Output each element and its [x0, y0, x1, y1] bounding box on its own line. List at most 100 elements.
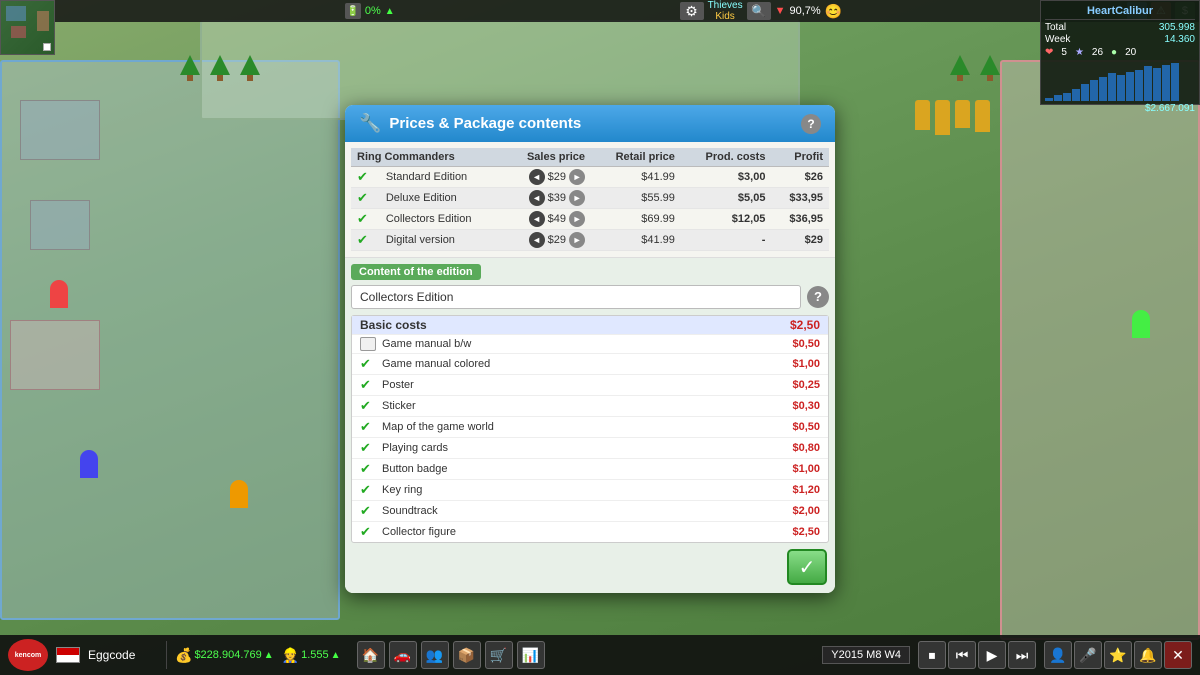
item-name: Playing cards	[382, 442, 792, 454]
gear-icon[interactable]: ⚙	[680, 2, 704, 20]
price-down-btn[interactable]: ◄	[529, 232, 545, 248]
row-profit: $29	[771, 230, 829, 251]
price-down-btn[interactable]: ◄	[529, 169, 545, 185]
vehicle-icon-btn[interactable]: 🚗	[389, 641, 417, 669]
mic-btn[interactable]: 🎤	[1074, 641, 1102, 669]
price-down-btn[interactable]: ◄	[529, 211, 545, 227]
package-icon-btn[interactable]: 📦	[453, 641, 481, 669]
basic-costs-value: $2,50	[790, 318, 820, 332]
item-name: Game manual colored	[382, 358, 792, 370]
bell-btn[interactable]: 🔔	[1134, 641, 1162, 669]
content-item: ✔ Collector figure $2,50	[352, 522, 828, 542]
trophies	[915, 100, 990, 135]
bar-segment	[1081, 84, 1089, 101]
date-display: Y2015 M8 W4	[822, 646, 910, 664]
item-check[interactable]: ✔	[360, 398, 376, 414]
price-up-btn[interactable]: ►	[569, 211, 585, 227]
hud-left: 🔋 0% ▲	[345, 3, 395, 19]
item-check[interactable]: ✔	[360, 356, 376, 372]
tree-4	[980, 55, 1000, 79]
ok-button[interactable]: ✓	[787, 549, 827, 585]
total-val: 305.998	[1159, 22, 1195, 33]
shop-icon-btn[interactable]: 🛒	[485, 641, 513, 669]
play-btn[interactable]: ▶	[978, 641, 1006, 669]
money-icon: 💰	[175, 647, 192, 664]
country-flag	[56, 647, 80, 663]
prev-btn[interactable]: ⏮	[948, 641, 976, 669]
prices-section: Ring Commanders Sales price Retail price…	[345, 142, 835, 258]
item-check[interactable]	[360, 337, 376, 351]
center-icons: 🏠 🚗 👥 📦 🛒 📊	[357, 641, 545, 669]
stop-btn[interactable]: ⏹	[918, 641, 946, 669]
profile-btn[interactable]: 👤	[1044, 641, 1072, 669]
mini-map[interactable]	[0, 0, 55, 55]
row-sales: ◄ $49 ►	[503, 209, 591, 230]
price-up-btn[interactable]: ►	[569, 169, 585, 185]
bar-segment	[1126, 72, 1134, 101]
col-profit: Profit	[771, 148, 829, 167]
money-display: $2.667.091	[1045, 103, 1195, 114]
row-sales: ◄ $29 ►	[503, 167, 591, 188]
right-icons: 👤 🎤 ⭐ 🔔 ✕	[1044, 641, 1192, 669]
dialog-title-bar: 🔧 Prices & Package contents ?	[345, 105, 835, 142]
edition-section: Content of the edition Standard EditionD…	[345, 258, 835, 549]
content-item: ✔ Sticker $0,30	[352, 396, 828, 417]
item-check[interactable]: ✔	[360, 482, 376, 498]
stat-val-1: 5	[1061, 47, 1067, 58]
bar-segment	[1162, 65, 1170, 101]
close-btn[interactable]: ✕	[1164, 641, 1192, 669]
bar-segment	[1117, 75, 1125, 101]
money-trend: ▲	[264, 650, 274, 661]
player-name: Eggcode	[88, 648, 158, 662]
stat-val-3: 20	[1125, 47, 1136, 58]
dialog-help-btn[interactable]: ?	[801, 114, 821, 134]
dropdown-row: Standard EditionDeluxe EditionCollectors…	[351, 285, 829, 309]
search-icon[interactable]: 🔍	[747, 2, 771, 20]
row-profit: $36,95	[771, 209, 829, 230]
happiness-arrow: ▼	[775, 5, 786, 17]
price-up-btn[interactable]: ►	[569, 232, 585, 248]
item-cost: $2,50	[792, 526, 820, 538]
room-desk	[20, 100, 100, 160]
item-check[interactable]: ✔	[360, 419, 376, 435]
bar-segment	[1108, 73, 1116, 101]
edition-dropdown[interactable]: Standard EditionDeluxe EditionCollectors…	[351, 285, 801, 309]
col-retail: Retail price	[591, 148, 681, 167]
content-item: ✔ Key ring $1,20	[352, 480, 828, 501]
item-check[interactable]: ✔	[360, 503, 376, 519]
row-name: Deluxe Edition	[380, 188, 503, 209]
sales-value: $29	[548, 171, 566, 183]
stats-icon-btn[interactable]: 📊	[517, 641, 545, 669]
item-check[interactable]: ✔	[360, 524, 376, 540]
stats-row-total: Total 305.998	[1045, 22, 1195, 33]
price-down-btn[interactable]: ◄	[529, 190, 545, 206]
tree-5	[950, 55, 970, 79]
build-icon-btn[interactable]: 🏠	[357, 641, 385, 669]
item-check[interactable]: ✔	[360, 440, 376, 456]
bottom-hud: kencom Eggcode 💰 $228.904.769 ▲ 👷 1.555 …	[0, 635, 1200, 675]
row-prod: $5,05	[681, 188, 772, 209]
logo-text: kencom	[15, 652, 41, 659]
staff-icon-btn[interactable]: 👥	[421, 641, 449, 669]
stats-title: HeartCalibur	[1045, 5, 1195, 20]
next-btn[interactable]: ⏭	[1008, 641, 1036, 669]
stats-panel: HeartCalibur Total 305.998 Week 14.360 ❤…	[1040, 0, 1200, 105]
price-up-btn[interactable]: ►	[569, 190, 585, 206]
bar-segment	[1099, 77, 1107, 101]
row-check: ✔	[351, 230, 380, 251]
item-check[interactable]: ✔	[360, 377, 376, 393]
content-item: ✔ Map of the game world $0,50	[352, 417, 828, 438]
prices-dialog: 🔧 Prices & Package contents ? Ring Comma…	[345, 105, 835, 593]
tree-1	[180, 55, 200, 79]
smiley-icon: 😊	[825, 3, 842, 20]
row-name: Digital version	[380, 230, 503, 251]
room-item2	[30, 200, 90, 250]
item-check[interactable]: ✔	[360, 461, 376, 477]
star-btn[interactable]: ⭐	[1104, 641, 1132, 669]
item-cost: $1,20	[792, 484, 820, 496]
faction2: Kids	[715, 11, 734, 22]
item-name: Key ring	[382, 484, 792, 496]
edition-help-btn[interactable]: ?	[807, 286, 829, 308]
dialog-title-icon: 🔧	[359, 113, 381, 134]
row-retail: $69.99	[591, 209, 681, 230]
